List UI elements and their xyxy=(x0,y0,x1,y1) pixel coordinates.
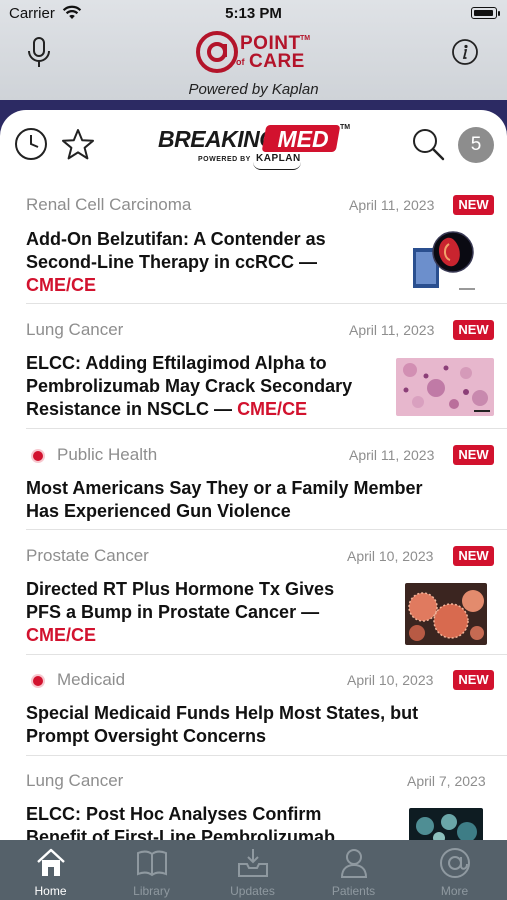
article-item[interactable]: Lung Cancer April 7, 2023 ELCC: Post Hoc… xyxy=(0,771,507,845)
article-category: Medicaid xyxy=(57,670,126,689)
cme-ce-tag: CME/CE xyxy=(26,275,97,295)
tab-updates[interactable]: Updates xyxy=(202,840,303,900)
info-icon[interactable] xyxy=(451,38,479,66)
article-item[interactable]: Medicaid April 10, 2023 NEW Special Medi… xyxy=(0,670,507,760)
app-top-chrome: Carrier 5:13 PM POINT TM of CARE Powered… xyxy=(0,0,507,100)
tab-label: More xyxy=(440,884,469,898)
article-date: April 10, 2023 xyxy=(347,548,434,564)
article-headline[interactable]: Most Americans Say They or a Family Memb… xyxy=(26,477,422,523)
cme-ce-tag: CME/CE xyxy=(26,625,97,645)
unread-dot-icon xyxy=(33,676,43,686)
tab-label: Home xyxy=(34,884,67,898)
article-item[interactable]: Renal Cell Carcinoma April 11, 2023 NEW … xyxy=(0,195,507,305)
new-badge: NEW xyxy=(453,546,494,566)
microphone-icon[interactable] xyxy=(24,36,54,70)
at-logo-icon xyxy=(196,31,238,73)
inbox-download-icon xyxy=(238,849,268,877)
person-icon xyxy=(340,849,368,878)
article-date: April 11, 2023 xyxy=(349,322,435,338)
article-thumbnail xyxy=(405,583,487,645)
app-bar: POINT TM of CARE xyxy=(0,28,507,78)
news-feed[interactable]: Renal Cell Carcinoma April 11, 2023 NEW … xyxy=(0,110,507,845)
article-date: April 11, 2023 xyxy=(349,447,435,463)
article-headline[interactable]: Special Medicaid Funds Help Most States,… xyxy=(26,702,418,748)
article-date: April 11, 2023 xyxy=(349,197,435,213)
new-badge: NEW xyxy=(453,195,494,215)
article-date: April 10, 2023 xyxy=(347,672,434,688)
article-headline[interactable]: Add-On Belzutifan: A Contender as Second… xyxy=(26,228,326,297)
article-headline[interactable]: ELCC: Post Hoc Analyses Confirm Benefit … xyxy=(26,803,335,845)
tab-library[interactable]: Library xyxy=(101,840,202,900)
article-category: Lung Cancer xyxy=(26,320,124,339)
new-badge: NEW xyxy=(453,670,494,690)
tab-label: Updates xyxy=(230,884,275,898)
article-category: Prostate Cancer xyxy=(26,546,149,565)
status-bar: Carrier 5:13 PM xyxy=(0,0,507,28)
tab-label: Patients xyxy=(331,884,376,898)
article-item[interactable]: Public Health April 11, 2023 NEW Most Am… xyxy=(0,445,507,535)
article-date: April 7, 2023 xyxy=(407,773,486,789)
cme-ce-tag: CME/CE xyxy=(237,399,308,419)
new-badge: NEW xyxy=(453,320,494,340)
article-headline[interactable]: Directed RT Plus Hormone Tx Gives PFS a … xyxy=(26,578,334,647)
brand-of-text: of xyxy=(236,57,245,67)
article-item[interactable]: Prostate Cancer April 10, 2023 NEW Direc… xyxy=(0,546,507,661)
brand-trademark: TM xyxy=(300,35,311,42)
bottom-tab-bar: Home Library Updates Patients More xyxy=(0,840,507,900)
breaking-med-panel: BREAKING MED TM POWERED BY KAPLAN 5 Rena… xyxy=(0,110,507,845)
article-thumbnail xyxy=(413,231,475,290)
unread-dot-icon xyxy=(33,451,43,461)
article-headline[interactable]: ELCC: Adding Eftilagimod Alpha to Pembro… xyxy=(26,352,352,421)
book-icon xyxy=(137,850,167,877)
status-time: 5:13 PM xyxy=(225,5,282,22)
battery-icon xyxy=(471,7,497,19)
article-category: Public Health xyxy=(57,445,158,464)
tab-label: Library xyxy=(133,884,170,898)
powered-by-kaplan: Powered by Kaplan xyxy=(188,81,319,98)
article-category: Lung Cancer xyxy=(26,771,124,790)
article-thumbnail xyxy=(396,358,494,416)
tab-more[interactable]: More xyxy=(404,840,505,900)
tab-home[interactable]: Home xyxy=(0,840,101,900)
point-of-care-logo: POINT TM of CARE xyxy=(196,31,316,75)
article-category: Renal Cell Carcinoma xyxy=(26,195,192,214)
at-sign-icon xyxy=(440,848,470,878)
article-item[interactable]: Lung Cancer April 11, 2023 NEW ELCC: Add… xyxy=(0,320,507,435)
tab-patients[interactable]: Patients xyxy=(303,840,404,900)
home-icon xyxy=(37,848,65,876)
new-badge: NEW xyxy=(453,445,494,465)
brand-care-text: CARE xyxy=(249,51,305,72)
